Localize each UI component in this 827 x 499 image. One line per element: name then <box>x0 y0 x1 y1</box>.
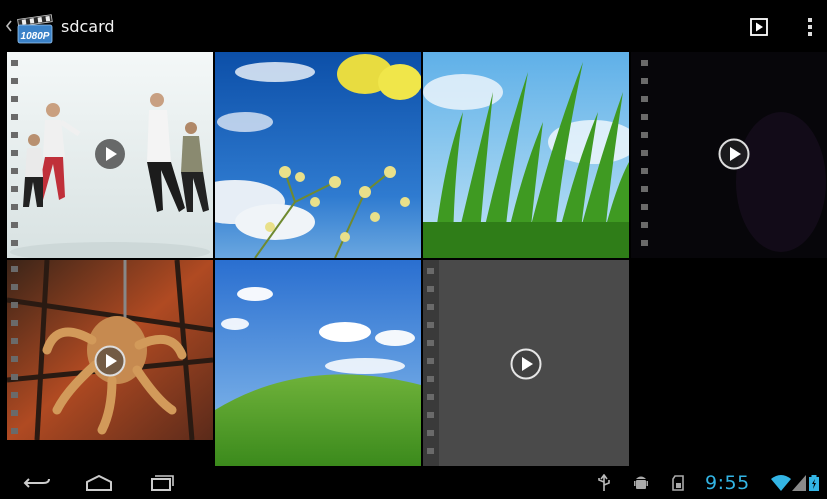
grass-thumbnail <box>423 52 629 258</box>
clapperboard-icon[interactable]: 1080P <box>16 13 56 45</box>
sdcard-icon <box>672 475 684 491</box>
home-button[interactable] <box>79 470 119 496</box>
film-strip-edge <box>637 52 653 258</box>
gallery-item-robot-video[interactable] <box>7 260 213 440</box>
green-hill-thumbnail <box>215 260 421 466</box>
slideshow-icon <box>750 18 768 36</box>
home-icon <box>86 474 112 491</box>
system-nav-bar: 9:55 <box>0 466 827 499</box>
gallery-grid <box>0 52 827 466</box>
gallery-item-grass-photo[interactable] <box>423 52 629 258</box>
film-strip-edge <box>423 260 439 466</box>
back-icon <box>23 478 50 488</box>
status-clock: 9:55 <box>705 472 750 494</box>
android-debug-icon <box>634 476 648 489</box>
signal-icon <box>792 475 806 491</box>
gallery-item-blank-video[interactable] <box>423 260 629 466</box>
play-icon[interactable] <box>94 138 126 170</box>
gallery-item-green-hill-photo[interactable] <box>215 260 421 466</box>
gallery-item-flowers-sky-photo[interactable] <box>215 52 421 258</box>
overflow-menu-button[interactable] <box>797 14 823 40</box>
play-icon[interactable] <box>510 348 542 380</box>
wifi-icon <box>771 475 791 491</box>
slideshow-button[interactable] <box>746 14 772 40</box>
battery-icon <box>809 475 819 491</box>
app-icon-label: 1080P <box>21 31 50 42</box>
play-icon[interactable] <box>94 345 126 377</box>
flowers-sky-thumbnail <box>215 52 421 258</box>
recent-apps-button[interactable] <box>141 470 181 496</box>
up-caret-icon[interactable] <box>4 18 14 34</box>
gallery-item-dark-video[interactable] <box>631 52 827 258</box>
page-title: sdcard <box>61 17 115 36</box>
usb-icon <box>598 474 610 491</box>
gallery-item-dance-video[interactable] <box>7 52 213 258</box>
overflow-menu-icon <box>808 18 812 36</box>
action-bar: 1080P sdcard <box>0 0 827 52</box>
back-button[interactable] <box>18 470 58 496</box>
film-strip-edge <box>7 52 23 258</box>
recent-apps-icon <box>151 475 174 491</box>
play-icon[interactable] <box>718 138 750 170</box>
film-strip-edge <box>7 260 23 440</box>
